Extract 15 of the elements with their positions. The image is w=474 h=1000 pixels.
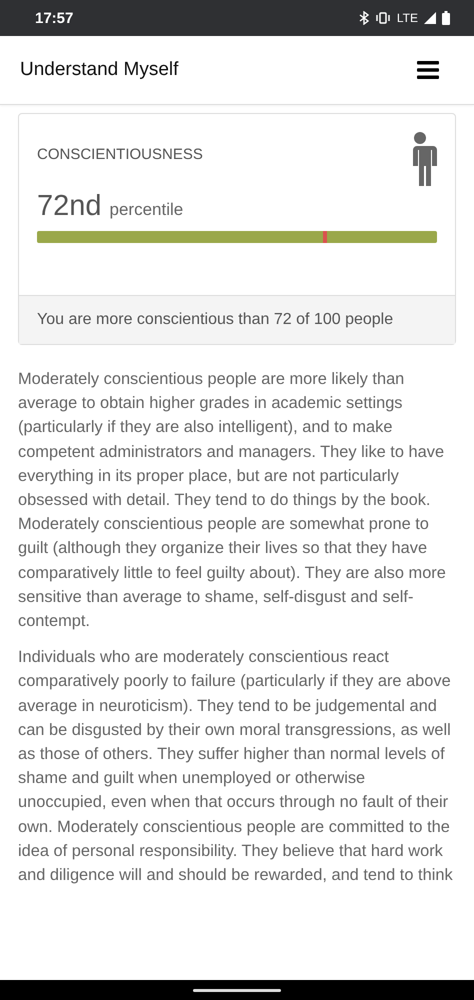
menu-icon[interactable] xyxy=(417,61,439,79)
battery-icon xyxy=(442,11,450,25)
description-paragraph: Moderately conscientious people are more likely than average to obtain higher grades in academic settings (particularly if they are also intelligent), and to make competent administrators and managers. They like to have everything in its proper place, but are not particularly obsessed with detail. They tend to do things by the book. Moderately conscientious people are somewhat prone to guilt (although they organize their lives so that they have comparatively little to feel guilty about). They are also more sensitive than average to shame, self-disgust and self-contempt. xyxy=(18,369,447,632)
network-label: LTE xyxy=(396,11,418,25)
description-paragraph: Individuals who are moderately conscientious react comparatively poorly to failure (particularly if they are above average in neuroticism). They tend to be judgemental and can be disgusted by their own moral transgressions, as well as those of others. They suffer higher than normal levels of shame and guilt when unemployed or otherwise unoccupied, even when that occurs through no fault of their own. Moderately conscientious people are committed to the idea of personal responsibility. They believe that hard work and diligence will and should be rewarded, and tend to think xyxy=(18,647,454,886)
signal-icon xyxy=(424,12,436,24)
vibrate-icon xyxy=(374,12,391,24)
bluetooth-icon xyxy=(358,11,369,25)
trait-title: CONSCIENTIOUSNESS xyxy=(37,146,203,163)
status-time: 17:57 xyxy=(35,10,74,26)
percentile-value: 72nd xyxy=(37,190,102,223)
home-handle[interactable] xyxy=(193,988,281,992)
summary-text: You are more conscientious than 72 of 100 people xyxy=(37,311,394,328)
percentile-label: percentile xyxy=(110,200,184,220)
app-title: Understand Myself xyxy=(20,59,178,81)
